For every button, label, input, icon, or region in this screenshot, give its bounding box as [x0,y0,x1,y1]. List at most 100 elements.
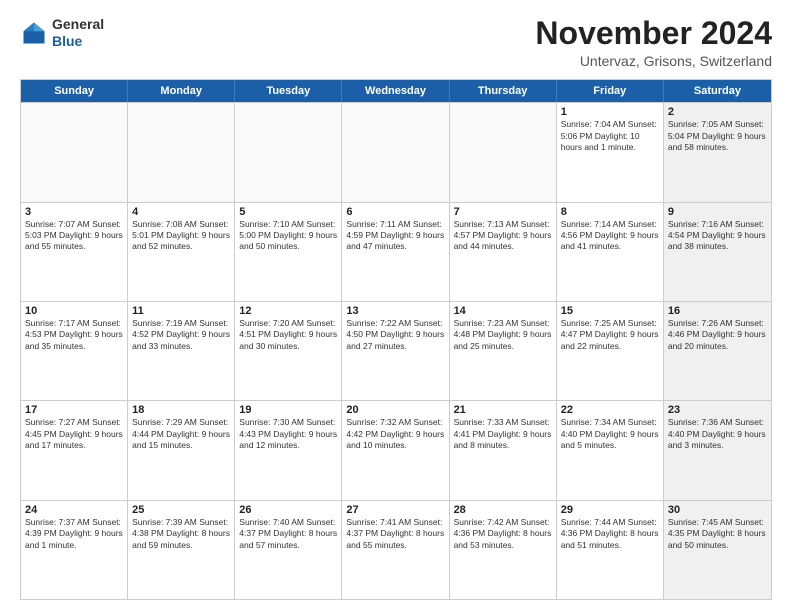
logo-icon [20,19,48,47]
calendar-body: 1Sunrise: 7:04 AM Sunset: 5:06 PM Daylig… [21,102,771,599]
cal-row-2: 3Sunrise: 7:07 AM Sunset: 5:03 PM Daylig… [21,202,771,301]
cell-info: Sunrise: 7:29 AM Sunset: 4:44 PM Dayligh… [132,417,230,451]
cal-cell [450,103,557,201]
cal-cell: 10Sunrise: 7:17 AM Sunset: 4:53 PM Dayli… [21,302,128,400]
cell-info: Sunrise: 7:16 AM Sunset: 4:54 PM Dayligh… [668,219,767,253]
day-number: 25 [132,504,230,516]
cal-cell: 1Sunrise: 7:04 AM Sunset: 5:06 PM Daylig… [557,103,664,201]
day-number: 22 [561,404,659,416]
cell-info: Sunrise: 7:19 AM Sunset: 4:52 PM Dayligh… [132,318,230,352]
cell-info: Sunrise: 7:13 AM Sunset: 4:57 PM Dayligh… [454,219,552,253]
cell-info: Sunrise: 7:39 AM Sunset: 4:38 PM Dayligh… [132,517,230,551]
cell-info: Sunrise: 7:44 AM Sunset: 4:36 PM Dayligh… [561,517,659,551]
cal-cell [128,103,235,201]
cal-cell: 26Sunrise: 7:40 AM Sunset: 4:37 PM Dayli… [235,501,342,599]
cell-info: Sunrise: 7:27 AM Sunset: 4:45 PM Dayligh… [25,417,123,451]
cal-cell: 29Sunrise: 7:44 AM Sunset: 4:36 PM Dayli… [557,501,664,599]
cal-row-4: 17Sunrise: 7:27 AM Sunset: 4:45 PM Dayli… [21,400,771,499]
cal-cell: 5Sunrise: 7:10 AM Sunset: 5:00 PM Daylig… [235,203,342,301]
day-number: 28 [454,504,552,516]
day-number: 5 [239,206,337,218]
page: General Blue November 2024 Untervaz, Gri… [0,0,792,612]
day-number: 27 [346,504,444,516]
day-number: 2 [668,106,767,118]
cal-cell: 21Sunrise: 7:33 AM Sunset: 4:41 PM Dayli… [450,401,557,499]
cell-info: Sunrise: 7:23 AM Sunset: 4:48 PM Dayligh… [454,318,552,352]
cal-cell [235,103,342,201]
cell-info: Sunrise: 7:42 AM Sunset: 4:36 PM Dayligh… [454,517,552,551]
day-number: 9 [668,206,767,218]
day-of-week-tuesday: Tuesday [235,80,342,102]
cal-cell: 13Sunrise: 7:22 AM Sunset: 4:50 PM Dayli… [342,302,449,400]
day-number: 29 [561,504,659,516]
cell-info: Sunrise: 7:07 AM Sunset: 5:03 PM Dayligh… [25,219,123,253]
day-number: 21 [454,404,552,416]
cal-cell: 3Sunrise: 7:07 AM Sunset: 5:03 PM Daylig… [21,203,128,301]
cell-info: Sunrise: 7:45 AM Sunset: 4:35 PM Dayligh… [668,517,767,551]
header: General Blue November 2024 Untervaz, Gri… [20,16,772,69]
day-number: 20 [346,404,444,416]
cal-cell: 18Sunrise: 7:29 AM Sunset: 4:44 PM Dayli… [128,401,235,499]
day-of-week-wednesday: Wednesday [342,80,449,102]
day-number: 30 [668,504,767,516]
cal-cell: 23Sunrise: 7:36 AM Sunset: 4:40 PM Dayli… [664,401,771,499]
cell-info: Sunrise: 7:08 AM Sunset: 5:01 PM Dayligh… [132,219,230,253]
day-number: 11 [132,305,230,317]
day-number: 26 [239,504,337,516]
cell-info: Sunrise: 7:36 AM Sunset: 4:40 PM Dayligh… [668,417,767,451]
cell-info: Sunrise: 7:33 AM Sunset: 4:41 PM Dayligh… [454,417,552,451]
cal-cell: 6Sunrise: 7:11 AM Sunset: 4:59 PM Daylig… [342,203,449,301]
day-number: 15 [561,305,659,317]
cal-cell: 20Sunrise: 7:32 AM Sunset: 4:42 PM Dayli… [342,401,449,499]
cell-info: Sunrise: 7:14 AM Sunset: 4:56 PM Dayligh… [561,219,659,253]
day-number: 19 [239,404,337,416]
month-title: November 2024 [535,16,772,51]
cal-cell: 19Sunrise: 7:30 AM Sunset: 4:43 PM Dayli… [235,401,342,499]
cal-row-1: 1Sunrise: 7:04 AM Sunset: 5:06 PM Daylig… [21,102,771,201]
cell-info: Sunrise: 7:26 AM Sunset: 4:46 PM Dayligh… [668,318,767,352]
title-block: November 2024 Untervaz, Grisons, Switzer… [535,16,772,69]
cell-info: Sunrise: 7:30 AM Sunset: 4:43 PM Dayligh… [239,417,337,451]
cal-cell [21,103,128,201]
calendar-header: SundayMondayTuesdayWednesdayThursdayFrid… [21,80,771,102]
day-number: 17 [25,404,123,416]
cell-info: Sunrise: 7:22 AM Sunset: 4:50 PM Dayligh… [346,318,444,352]
day-of-week-friday: Friday [557,80,664,102]
logo: General Blue [20,16,104,50]
cal-cell: 22Sunrise: 7:34 AM Sunset: 4:40 PM Dayli… [557,401,664,499]
cal-cell: 25Sunrise: 7:39 AM Sunset: 4:38 PM Dayli… [128,501,235,599]
calendar: SundayMondayTuesdayWednesdayThursdayFrid… [20,79,772,600]
location: Untervaz, Grisons, Switzerland [535,53,772,69]
cal-cell: 14Sunrise: 7:23 AM Sunset: 4:48 PM Dayli… [450,302,557,400]
cal-cell [342,103,449,201]
cal-cell: 4Sunrise: 7:08 AM Sunset: 5:01 PM Daylig… [128,203,235,301]
day-of-week-thursday: Thursday [450,80,557,102]
cell-info: Sunrise: 7:17 AM Sunset: 4:53 PM Dayligh… [25,318,123,352]
cal-cell: 11Sunrise: 7:19 AM Sunset: 4:52 PM Dayli… [128,302,235,400]
day-number: 14 [454,305,552,317]
cal-cell: 17Sunrise: 7:27 AM Sunset: 4:45 PM Dayli… [21,401,128,499]
day-number: 7 [454,206,552,218]
day-number: 6 [346,206,444,218]
cal-cell: 2Sunrise: 7:05 AM Sunset: 5:04 PM Daylig… [664,103,771,201]
cell-info: Sunrise: 7:20 AM Sunset: 4:51 PM Dayligh… [239,318,337,352]
cal-row-5: 24Sunrise: 7:37 AM Sunset: 4:39 PM Dayli… [21,500,771,599]
day-of-week-monday: Monday [128,80,235,102]
day-number: 1 [561,106,659,118]
cal-cell: 28Sunrise: 7:42 AM Sunset: 4:36 PM Dayli… [450,501,557,599]
cell-info: Sunrise: 7:34 AM Sunset: 4:40 PM Dayligh… [561,417,659,451]
cell-info: Sunrise: 7:04 AM Sunset: 5:06 PM Dayligh… [561,119,659,153]
cell-info: Sunrise: 7:05 AM Sunset: 5:04 PM Dayligh… [668,119,767,153]
cal-cell: 9Sunrise: 7:16 AM Sunset: 4:54 PM Daylig… [664,203,771,301]
cell-info: Sunrise: 7:25 AM Sunset: 4:47 PM Dayligh… [561,318,659,352]
day-number: 8 [561,206,659,218]
cal-cell: 24Sunrise: 7:37 AM Sunset: 4:39 PM Dayli… [21,501,128,599]
cal-cell: 16Sunrise: 7:26 AM Sunset: 4:46 PM Dayli… [664,302,771,400]
day-number: 18 [132,404,230,416]
cell-info: Sunrise: 7:41 AM Sunset: 4:37 PM Dayligh… [346,517,444,551]
cell-info: Sunrise: 7:32 AM Sunset: 4:42 PM Dayligh… [346,417,444,451]
cal-row-3: 10Sunrise: 7:17 AM Sunset: 4:53 PM Dayli… [21,301,771,400]
logo-blue: Blue [52,33,104,50]
cal-cell: 27Sunrise: 7:41 AM Sunset: 4:37 PM Dayli… [342,501,449,599]
cal-cell: 8Sunrise: 7:14 AM Sunset: 4:56 PM Daylig… [557,203,664,301]
